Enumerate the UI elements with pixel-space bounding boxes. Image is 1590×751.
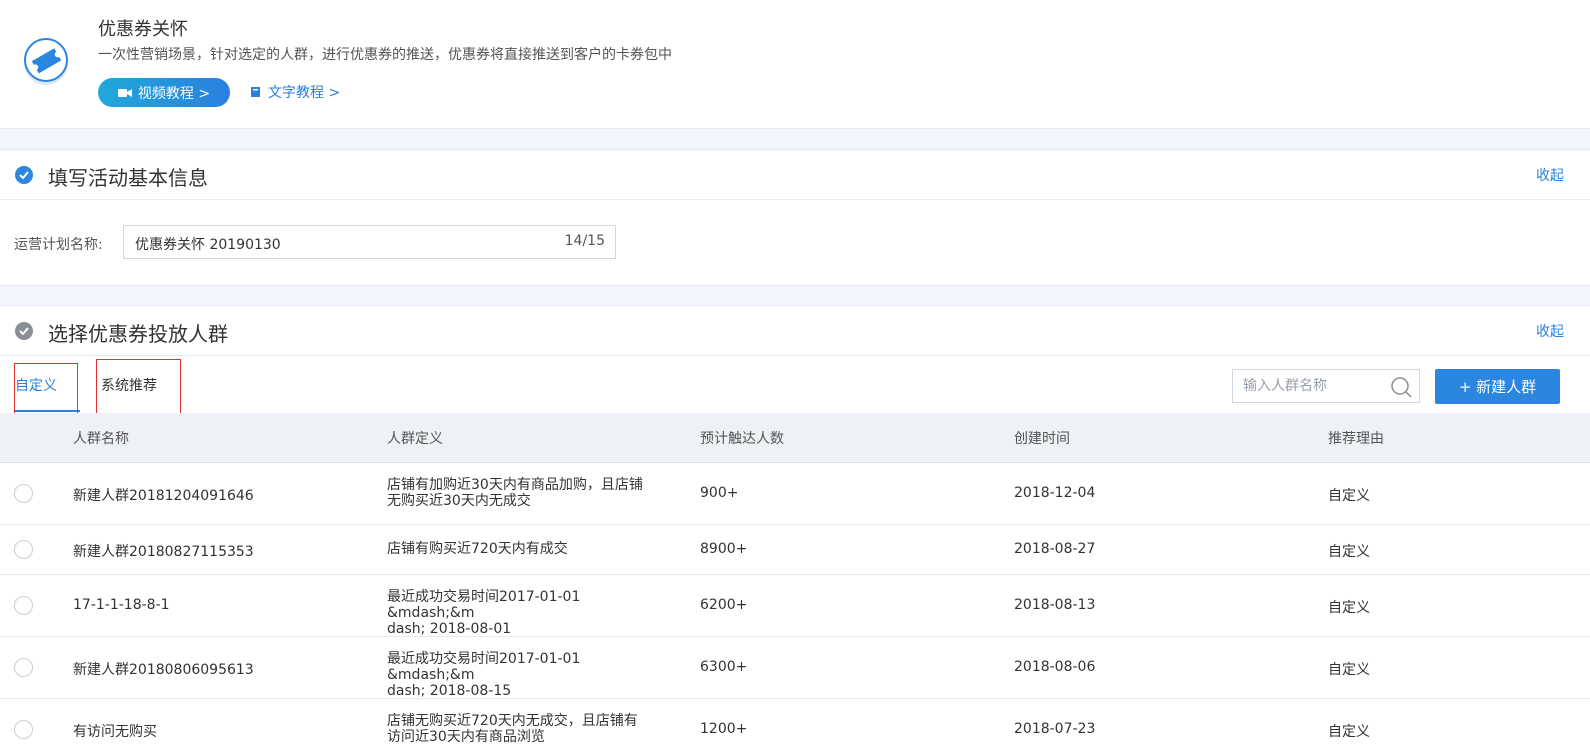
row-reach: 6200+ — [700, 597, 748, 613]
row-date: 2018-07-23 — [1014, 721, 1096, 737]
row-reason: 自定义 — [1328, 600, 1370, 616]
row-definition: 店铺无购买近720天内无成交，且店铺有 访问近30天内有商品浏览 — [387, 713, 667, 745]
collapse-link[interactable]: 收起 — [1536, 165, 1564, 185]
row-reason: 自定义 — [1328, 544, 1370, 560]
column-header-reason: 推荐理由 — [1328, 431, 1384, 447]
row-definition: 最近成功交易时间2017-01-01 &mdash;&m dash; 2018-… — [387, 651, 667, 699]
row-reach: 900+ — [700, 485, 739, 501]
row-name: 新建人群20180827115353 — [73, 544, 254, 560]
row-reason: 自定义 — [1328, 724, 1370, 740]
row-radio[interactable] — [14, 596, 33, 615]
table-row[interactable]: 新建人群20181204091646 店铺有加购近30天内有商品加购，且店铺 无… — [0, 463, 1590, 525]
text-tutorial-label: 文字教程 > — [268, 85, 341, 101]
column-header-definition: 人群定义 — [387, 431, 443, 447]
video-camera-icon — [117, 88, 132, 97]
check-circle-icon — [15, 322, 33, 340]
section-basic-info-header: 填写活动基本信息 收起 — [0, 150, 1590, 200]
row-definition: 店铺有加购近30天内有商品加购，且店铺 无购买近30天内无成交 — [387, 477, 667, 509]
row-reach: 1200+ — [700, 721, 748, 737]
row-reason: 自定义 — [1328, 488, 1370, 504]
section-divider — [0, 285, 1590, 306]
row-reason: 自定义 — [1328, 662, 1370, 678]
book-icon — [251, 87, 260, 97]
table-header: 人群名称 人群定义 预计触达人数 创建时间 推荐理由 — [0, 413, 1590, 463]
row-reach: 6300+ — [700, 659, 748, 675]
row-definition: 店铺有购买近720天内有成交 — [387, 541, 667, 557]
video-tutorial-label: 视频教程 > — [137, 85, 211, 102]
row-definition-line: 访问近30天内有商品浏览 — [387, 729, 545, 745]
section-audience-header: 选择优惠券投放人群 收起 — [0, 306, 1590, 356]
row-definition-line: 店铺有购买近720天内有成交 — [387, 541, 568, 557]
table-row[interactable]: 新建人群20180806095613 最近成功交易时间2017-01-01 &m… — [0, 637, 1590, 699]
row-radio[interactable] — [14, 540, 33, 559]
collapse-link[interactable]: 收起 — [1536, 321, 1564, 341]
row-name: 17-1-1-18-8-1 — [73, 597, 170, 613]
coupon-logo-icon — [24, 38, 68, 85]
plan-name-value: 优惠券关怀 20190130 — [135, 237, 281, 253]
row-date: 2018-08-13 — [1014, 597, 1096, 613]
row-name: 新建人群20181204091646 — [73, 488, 254, 504]
row-definition-line: 最近成功交易时间2017-01-01 &mdash;&m — [387, 651, 581, 683]
row-definition-line: dash; 2018-08-01 — [387, 621, 512, 637]
plan-name-input[interactable]: 优惠券关怀 20190130 14/15 — [123, 225, 616, 259]
row-date: 2018-12-04 — [1014, 485, 1096, 501]
new-audience-button[interactable]: + 新建人群 — [1435, 369, 1560, 404]
page-header: 优惠券关怀 一次性营销场景，针对选定的人群，进行优惠券的推送，优惠券将直接推送到… — [0, 0, 1590, 128]
column-header-created: 创建时间 — [1014, 431, 1070, 447]
row-reach: 8900+ — [700, 541, 748, 557]
row-radio[interactable] — [14, 658, 33, 677]
row-definition: 最近成功交易时间2017-01-01 &mdash;&m dash; 2018-… — [387, 589, 667, 637]
row-name: 有访问无购买 — [73, 724, 157, 740]
plan-name-label: 运营计划名称: — [14, 237, 103, 253]
search-icon[interactable] — [1390, 376, 1412, 398]
table-row[interactable]: 有访问无购买 店铺无购买近720天内无成交，且店铺有 访问近30天内有商品浏览 … — [0, 699, 1590, 751]
row-date: 2018-08-06 — [1014, 659, 1096, 675]
column-header-reach: 预计触达人数 — [700, 431, 784, 447]
row-date: 2018-08-27 — [1014, 541, 1096, 557]
audience-search[interactable] — [1232, 369, 1420, 403]
row-definition-line: 最近成功交易时间2017-01-01 &mdash;&m — [387, 589, 581, 621]
text-tutorial-link[interactable]: 文字教程 > — [250, 82, 340, 102]
table-row[interactable]: 17-1-1-18-8-1 最近成功交易时间2017-01-01 &mdash;… — [0, 575, 1590, 637]
row-radio[interactable] — [14, 720, 33, 739]
table-row[interactable]: 新建人群20180827115353 店铺有购买近720天内有成交 8900+ … — [0, 525, 1590, 575]
page-description: 一次性营销场景，针对选定的人群，进行优惠券的推送，优惠券将直接推送到客户的卡券包… — [98, 47, 672, 63]
search-input[interactable] — [1233, 370, 1383, 402]
section-audience-title: 选择优惠券投放人群 — [48, 322, 228, 346]
row-name: 新建人群20180806095613 — [73, 662, 254, 678]
column-header-name: 人群名称 — [73, 431, 129, 447]
section-basic-info-title: 填写活动基本信息 — [48, 166, 208, 190]
row-definition-line: dash; 2018-08-15 — [387, 683, 512, 699]
page-title: 优惠券关怀 — [98, 19, 188, 40]
video-tutorial-button[interactable]: 视频教程 > — [98, 78, 230, 107]
plan-name-char-count: 14/15 — [564, 233, 605, 249]
highlight-box — [96, 359, 181, 420]
row-definition-line: 店铺无购买近720天内无成交，且店铺有 — [387, 713, 638, 729]
row-definition-line: 无购买近30天内无成交 — [387, 493, 531, 509]
row-radio[interactable] — [14, 484, 33, 503]
row-definition-line: 店铺有加购近30天内有商品加购，且店铺 — [387, 477, 643, 493]
section-divider — [0, 128, 1590, 150]
check-circle-icon — [15, 166, 33, 184]
